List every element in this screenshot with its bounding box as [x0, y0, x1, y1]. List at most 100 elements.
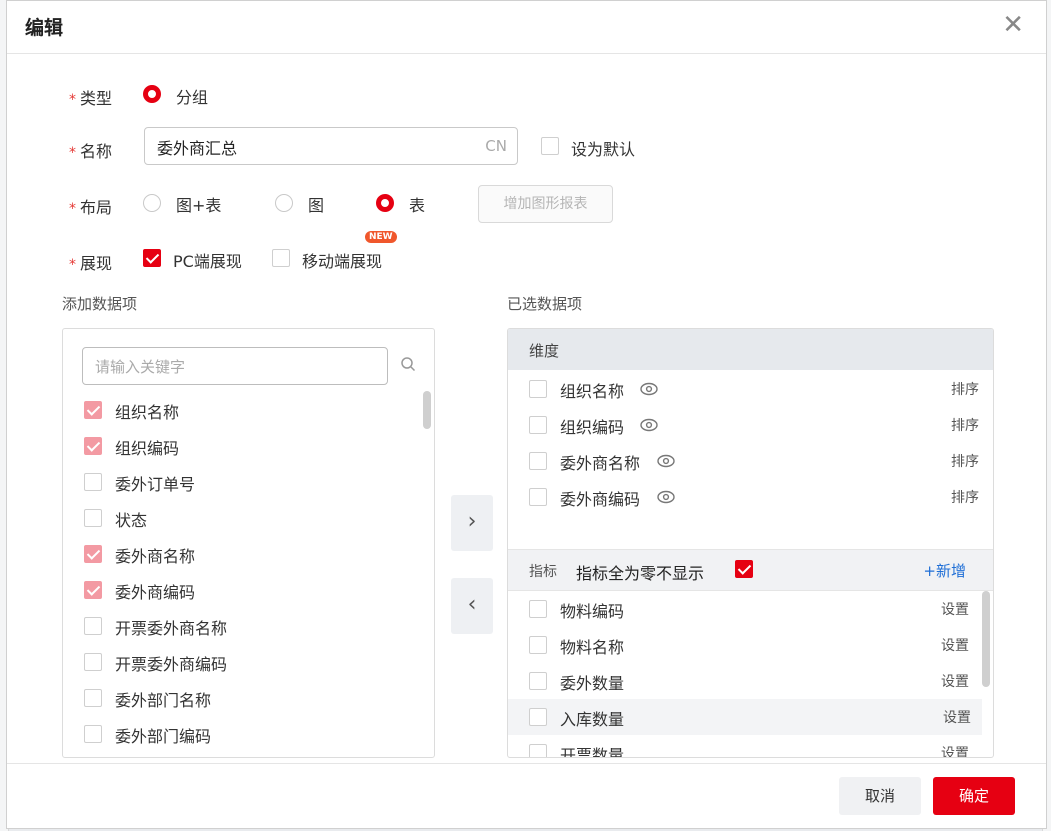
available-items-title: 添加数据项 — [62, 295, 138, 313]
name-label: * 名称 — [69, 138, 112, 162]
list-item[interactable]: 委外部门编码 — [84, 715, 404, 751]
row-checkbox[interactable] — [529, 672, 547, 690]
row-checkbox[interactable] — [529, 488, 547, 506]
item-label: 委外商编码 — [115, 583, 196, 602]
list-item[interactable]: 委外商编码 — [84, 571, 404, 607]
settings-link[interactable]: 设置 — [941, 599, 969, 619]
row-label: 委外商名称 — [560, 454, 641, 473]
mobile-display-checkbox[interactable] — [272, 249, 290, 267]
search-field[interactable] — [82, 347, 388, 385]
scrollbar-thumb[interactable] — [423, 391, 431, 429]
hide-zero-label: 指标全为零不显示 — [576, 564, 705, 583]
type-radio-group[interactable] — [143, 85, 161, 103]
layout-option-chart-table: 图+表 — [176, 196, 222, 215]
language-tag[interactable]: CN — [485, 137, 507, 155]
type-label: * 类型 — [69, 85, 112, 109]
list-item[interactable]: 状态 — [84, 499, 404, 535]
metric-title: 指标 — [529, 564, 557, 580]
item-label: 组织名称 — [115, 403, 180, 422]
scrollbar-thumb[interactable] — [982, 591, 990, 687]
metric-row[interactable]: 委外数量 设置 — [508, 663, 993, 699]
settings-link[interactable]: 设置 — [941, 743, 969, 757]
dimension-row[interactable]: 组织名称 排序 — [508, 371, 993, 407]
default-label: 设为默认 — [571, 140, 636, 159]
dimension-row[interactable]: 委外商编码 排序 — [508, 479, 993, 515]
edit-dialog: 编辑 ✕ *类型 分组 *名称 CN 设为默认 *布局 图+表 图 表 增加图形… — [6, 0, 1047, 829]
add-chart-button[interactable]: 增加图形报表 — [478, 185, 613, 223]
item-checkbox[interactable] — [84, 653, 102, 671]
eye-icon[interactable] — [640, 382, 658, 396]
row-checkbox[interactable] — [529, 600, 547, 618]
list-item[interactable]: 委外订单号 — [84, 463, 404, 499]
metric-row[interactable]: 物料名称 设置 — [508, 627, 993, 663]
item-checkbox[interactable] — [84, 401, 102, 419]
settings-link[interactable]: 设置 — [943, 707, 971, 727]
row-label: 委外商编码 — [560, 490, 641, 509]
name-input[interactable] — [155, 135, 459, 159]
metric-row[interactable]: 物料编码 设置 — [508, 591, 993, 627]
cancel-button[interactable]: 取消 — [839, 777, 921, 815]
row-checkbox[interactable] — [529, 380, 547, 398]
add-metric-button[interactable]: +新增 — [923, 560, 966, 581]
dimension-row[interactable]: 委外商名称 排序 — [508, 443, 993, 479]
sort-link[interactable]: 排序 — [951, 415, 979, 435]
item-label: 委外订单号 — [115, 475, 196, 494]
eye-icon[interactable] — [657, 490, 675, 504]
sort-link[interactable]: 排序 — [951, 379, 979, 399]
item-checkbox[interactable] — [84, 689, 102, 707]
list-item[interactable]: 组织编码 — [84, 427, 404, 463]
list-item[interactable]: 组织名称 — [84, 391, 404, 427]
metric-row[interactable]: 入库数量 设置 — [508, 699, 982, 735]
name-label-text: 名称 — [80, 142, 113, 161]
default-checkbox[interactable] — [541, 137, 559, 155]
move-left-button[interactable]: ‹ — [451, 578, 493, 634]
item-checkbox[interactable] — [84, 725, 102, 743]
item-checkbox[interactable] — [84, 437, 102, 455]
list-item[interactable]: 委外商名称 — [84, 535, 404, 571]
row-label: 组织编码 — [560, 418, 625, 437]
list-item[interactable]: 委外部门名称 — [84, 679, 404, 715]
item-label: 委外部门编码 — [115, 727, 212, 746]
chevron-right-icon: › — [467, 509, 477, 534]
row-checkbox[interactable] — [529, 744, 547, 757]
eye-icon[interactable] — [640, 418, 658, 432]
item-checkbox[interactable] — [84, 617, 102, 635]
sort-link[interactable]: 排序 — [951, 451, 979, 471]
dimension-title: 维度 — [529, 342, 560, 360]
dimension-row[interactable]: 组织编码 排序 — [508, 407, 993, 443]
required-mark: * — [69, 257, 76, 273]
row-checkbox[interactable] — [529, 452, 547, 470]
move-right-button[interactable]: › — [451, 495, 493, 551]
metric-row[interactable]: 开票数量 设置 — [508, 735, 993, 757]
search-input[interactable] — [93, 356, 377, 378]
close-icon[interactable]: ✕ — [1002, 11, 1024, 39]
item-label: 组织编码 — [115, 439, 180, 458]
dialog-header: 编辑 ✕ — [7, 1, 1046, 54]
required-mark: * — [69, 92, 76, 108]
row-checkbox[interactable] — [529, 416, 547, 434]
search-icon[interactable] — [400, 356, 416, 372]
hide-zero-checkbox[interactable] — [735, 560, 753, 578]
pc-display-checkbox[interactable] — [143, 249, 161, 267]
item-checkbox[interactable] — [84, 545, 102, 563]
list-item[interactable]: 开票委外商编码 — [84, 643, 404, 679]
display-label-text: 展现 — [80, 254, 113, 273]
confirm-button[interactable]: 确定 — [933, 777, 1015, 815]
item-checkbox[interactable] — [84, 473, 102, 491]
settings-link[interactable]: 设置 — [941, 635, 969, 655]
layout-radio-chart[interactable] — [275, 194, 293, 212]
sort-link[interactable]: 排序 — [951, 487, 979, 507]
list-item[interactable]: 开票委外商名称 — [84, 607, 404, 643]
row-checkbox[interactable] — [529, 708, 547, 726]
settings-link[interactable]: 设置 — [941, 671, 969, 691]
layout-radio-table[interactable] — [376, 194, 394, 212]
name-field[interactable]: CN — [144, 127, 518, 165]
eye-icon[interactable] — [657, 454, 675, 468]
item-checkbox[interactable] — [84, 509, 102, 527]
display-label: * 展现 — [69, 250, 112, 274]
row-checkbox[interactable] — [529, 636, 547, 654]
row-label: 组织名称 — [560, 382, 625, 401]
layout-radio-chart-table[interactable] — [143, 194, 161, 212]
type-option-group: 分组 — [176, 88, 209, 107]
item-checkbox[interactable] — [84, 581, 102, 599]
